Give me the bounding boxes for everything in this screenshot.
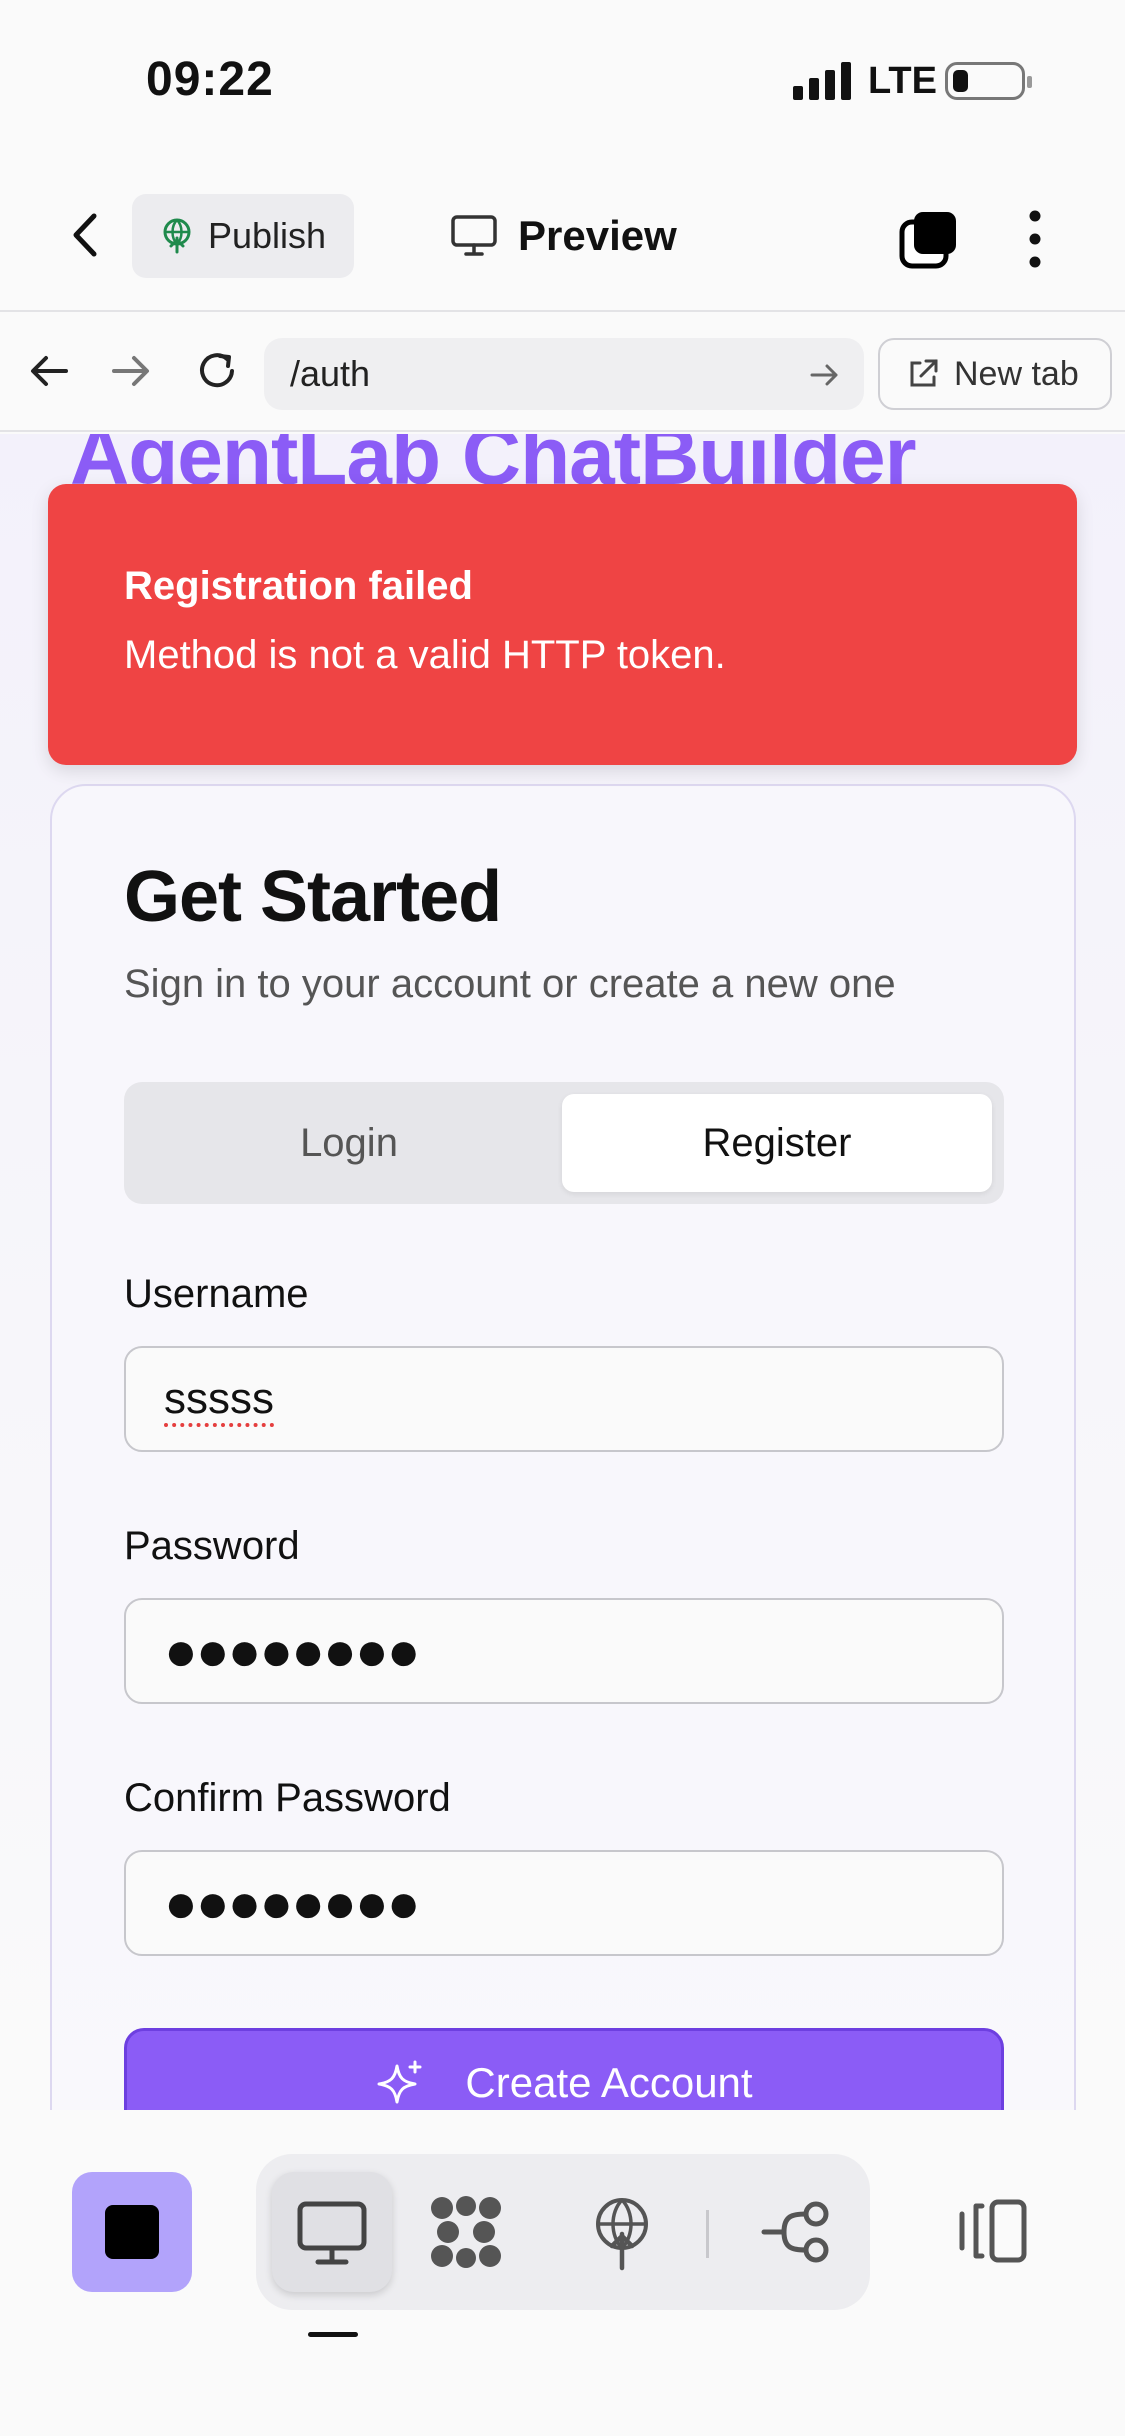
create-account-button[interactable]: Create Account: [124, 2028, 1004, 2110]
password-label: Password: [124, 1524, 300, 1568]
more-vertical-icon[interactable]: [1018, 208, 1052, 270]
error-toast[interactable]: Registration failed Method is not a vali…: [48, 484, 1077, 765]
auth-card: Get Started Sign in to your account or c…: [50, 784, 1076, 2110]
integrations-icon[interactable]: [426, 2192, 506, 2272]
app-square-icon[interactable]: [72, 2172, 192, 2292]
page-content: AgentLab ChatBuilder Registration failed…: [0, 434, 1125, 2110]
arrow-right-icon[interactable]: [108, 348, 154, 394]
signal-icon: [793, 62, 853, 100]
status-time: 09:22: [146, 53, 274, 106]
new-tab-button[interactable]: New tab: [878, 338, 1112, 410]
card-subtitle: Sign in to your account or create a new …: [124, 962, 896, 1006]
auth-tabs: Login Register: [124, 1082, 1004, 1204]
monitor-icon: [451, 215, 497, 256]
dock-separator: [706, 2210, 709, 2258]
tab-register[interactable]: Register: [562, 1094, 992, 1192]
active-indicator: [308, 2332, 358, 2337]
username-field[interactable]: sssss: [124, 1346, 1004, 1452]
new-tab-label: New tab: [954, 354, 1079, 393]
desktop-icon: [297, 2201, 367, 2265]
password-value: ●●●●●●●●: [164, 1619, 421, 1682]
toast-message: Method is not a valid HTTP token.: [124, 633, 726, 677]
card-title: Get Started: [124, 857, 502, 937]
status-bar: 09:22 LTE: [0, 0, 1125, 160]
sparkles-icon: [377, 2060, 422, 2104]
external-link-icon: [910, 359, 938, 387]
username-label: Username: [124, 1272, 309, 1316]
panel-toggle-icon[interactable]: [956, 2198, 1028, 2264]
publish-button[interactable]: Publish: [132, 194, 354, 278]
arrow-left-icon[interactable]: [26, 348, 72, 394]
layers-icon[interactable]: [898, 208, 960, 270]
reload-icon[interactable]: [194, 348, 240, 394]
workflow-icon[interactable]: [758, 2192, 838, 2272]
url-field[interactable]: /auth: [264, 338, 864, 410]
battery-icon: [945, 62, 1032, 100]
back-chevron-icon[interactable]: [62, 210, 110, 260]
toast-title: Registration failed: [124, 564, 473, 608]
browser-bar: /auth New tab: [0, 312, 1125, 432]
deploy-icon[interactable]: [582, 2192, 662, 2272]
username-value: sssss: [164, 1374, 274, 1423]
preview-button[interactable]: Preview: [450, 194, 677, 278]
bottom-dock: [0, 2110, 1125, 2436]
preview-label: Preview: [518, 212, 677, 259]
url-text: /auth: [290, 353, 371, 394]
top-toolbar: Publish Preview: [0, 160, 1125, 312]
dock-tools: [256, 2154, 870, 2310]
confirm-password-field[interactable]: ●●●●●●●●: [124, 1850, 1004, 1956]
confirm-password-label: Confirm Password: [124, 1776, 451, 1820]
password-field[interactable]: ●●●●●●●●: [124, 1598, 1004, 1704]
tab-login[interactable]: Login: [134, 1094, 564, 1192]
confirm-password-value: ●●●●●●●●: [164, 1871, 421, 1934]
url-go-arrow-icon[interactable]: [808, 358, 842, 392]
publish-globe-icon: [163, 218, 191, 254]
create-account-label: Create Account: [465, 2059, 753, 2106]
network-type: LTE: [868, 60, 937, 102]
publish-label: Publish: [208, 215, 327, 256]
